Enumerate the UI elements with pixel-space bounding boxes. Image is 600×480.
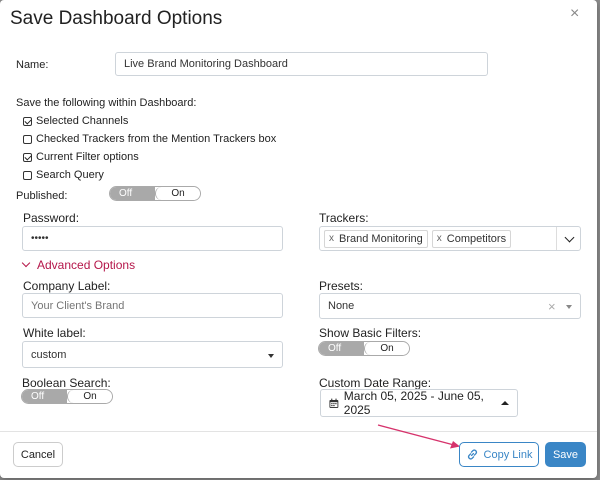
- tracker-tag: x Brand Monitoring: [324, 229, 428, 248]
- caret-up-icon: [501, 401, 509, 405]
- footer-divider: [0, 431, 597, 432]
- option-label: Search Query: [36, 169, 104, 181]
- option-label: Selected Channels: [36, 115, 129, 127]
- date-range-label: Custom Date Range:: [319, 376, 432, 390]
- option-label: Current Filter options: [36, 151, 139, 163]
- clear-icon[interactable]: ×: [548, 299, 556, 314]
- dropdown-divider: [556, 227, 557, 250]
- checkbox-checked[interactable]: [23, 116, 32, 126]
- password-input[interactable]: •••••: [31, 233, 49, 244]
- presets-select[interactable]: None ×: [319, 293, 581, 319]
- date-range-picker[interactable]: March 05, 2025 - June 05, 2025: [320, 389, 518, 417]
- white-label-select[interactable]: custom: [22, 341, 283, 368]
- remove-tag-icon[interactable]: x: [437, 233, 442, 244]
- option-label: Checked Trackers from the Mention Tracke…: [36, 133, 277, 145]
- advanced-options-toggle[interactable]: Advanced Options: [21, 258, 136, 272]
- presets-value: None: [328, 300, 355, 312]
- boolean-search-toggle[interactable]: Off On: [21, 389, 113, 404]
- checkbox-unchecked[interactable]: [23, 170, 32, 180]
- save-dashboard-dialog: Save Dashboard Options × Name: Save the …: [0, 0, 597, 478]
- trackers-label: Trackers:: [319, 211, 369, 225]
- password-label: Password:: [23, 211, 80, 225]
- remove-tag-icon[interactable]: x: [329, 233, 334, 244]
- checkbox-checked[interactable]: [23, 152, 32, 162]
- company-label-input[interactable]: [31, 299, 274, 312]
- caret-down-icon[interactable]: [268, 354, 274, 358]
- toggle-on: On: [364, 342, 409, 355]
- toggle-on: On: [155, 187, 200, 200]
- show-basic-filters-label: Show Basic Filters:: [319, 326, 422, 340]
- boolean-search-label: Boolean Search:: [22, 376, 111, 390]
- advanced-options-label: Advanced Options: [37, 258, 136, 272]
- toggle-off: Off: [22, 390, 67, 403]
- show-basic-filters-toggle[interactable]: Off On: [318, 341, 410, 356]
- link-icon: [467, 449, 477, 460]
- annotation-arrow-icon: [377, 424, 460, 449]
- presets-label: Presets:: [319, 279, 364, 293]
- name-input[interactable]: [124, 58, 479, 70]
- save-within-label: Save the following within Dashboard:: [16, 97, 197, 109]
- toggle-on: On: [67, 390, 112, 403]
- tag-label: Competitors: [446, 232, 507, 245]
- copy-link-label: Copy Link: [483, 448, 533, 461]
- toggle-off: Off: [110, 187, 155, 200]
- dialog-title: Save Dashboard Options: [10, 8, 223, 29]
- chevron-down-icon[interactable]: [564, 232, 575, 243]
- caret-down-icon[interactable]: [566, 305, 572, 309]
- close-icon[interactable]: ×: [570, 6, 579, 22]
- toggle-off: Off: [319, 342, 364, 355]
- checkbox-unchecked[interactable]: [23, 134, 32, 144]
- chevron-down-icon: [21, 258, 31, 268]
- white-label-value: custom: [31, 348, 67, 361]
- tracker-tag: x Competitors: [431, 229, 512, 248]
- white-label-label: White label:: [23, 326, 86, 340]
- date-range-value: March 05, 2025 - June 05, 2025: [343, 389, 484, 417]
- option-selected-channels[interactable]: Selected Channels: [23, 115, 128, 127]
- published-label: Published:: [16, 190, 68, 202]
- published-toggle[interactable]: Off On: [109, 186, 201, 201]
- cancel-button[interactable]: Cancel: [13, 442, 63, 467]
- copy-link-button[interactable]: Copy Link: [459, 442, 539, 467]
- company-label-label: Company Label:: [23, 279, 111, 293]
- tag-label: Brand Monitoring: [339, 232, 423, 245]
- password-field[interactable]: •••••: [22, 226, 283, 251]
- option-checked-trackers[interactable]: Checked Trackers from the Mention Tracke…: [23, 133, 276, 145]
- option-current-filters[interactable]: Current Filter options: [23, 151, 139, 163]
- calendar-icon: [329, 398, 339, 408]
- trackers-select[interactable]: x Brand Monitoring x Competitors: [319, 226, 581, 251]
- save-button[interactable]: Save: [545, 442, 586, 467]
- name-field[interactable]: [115, 52, 488, 76]
- company-label-field[interactable]: [22, 293, 283, 318]
- name-label: Name:: [16, 59, 49, 71]
- option-search-query[interactable]: Search Query: [23, 169, 104, 181]
